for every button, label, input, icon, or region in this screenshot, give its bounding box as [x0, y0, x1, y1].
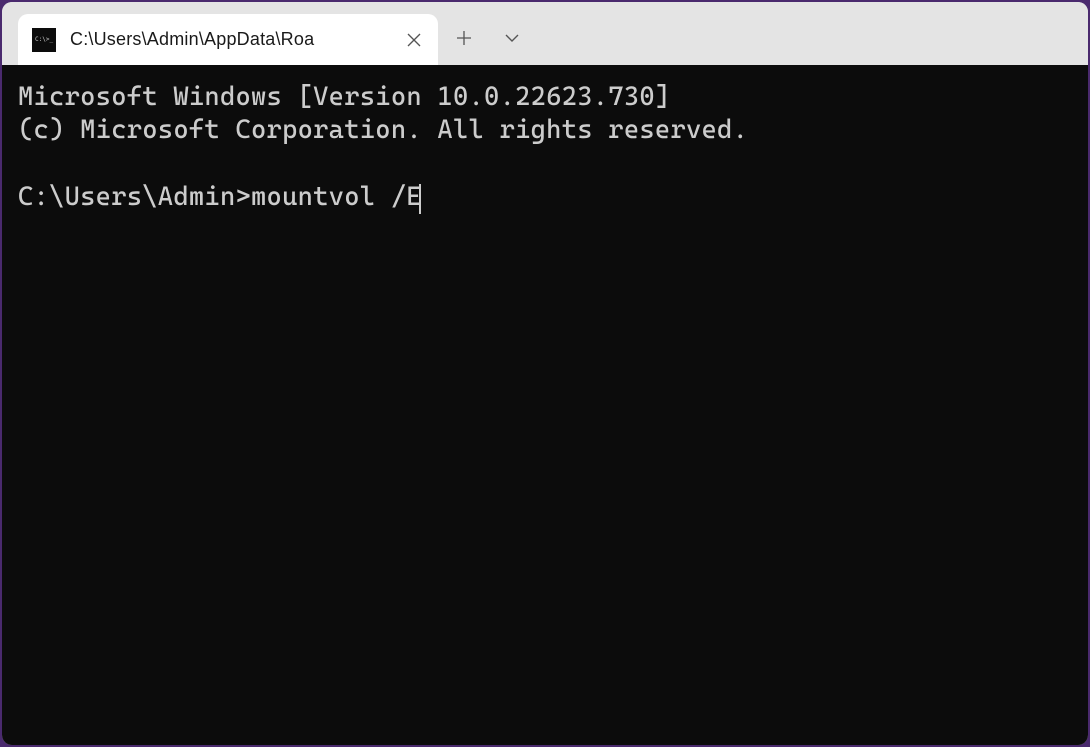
terminal-area[interactable]: Microsoft Windows [Version 10.0.22623.73… — [2, 65, 1088, 745]
tab-close-button[interactable] — [398, 24, 430, 56]
command-input: mountvol /E — [251, 182, 422, 212]
titlebar: C:\>_ C:\Users\Admin\AppData\Roa — [2, 2, 1088, 65]
terminal-window: C:\>_ C:\Users\Admin\AppData\Roa — [2, 2, 1088, 745]
cursor — [419, 184, 421, 214]
tab-active[interactable]: C:\>_ C:\Users\Admin\AppData\Roa — [18, 14, 438, 65]
dropdown-button[interactable] — [488, 14, 536, 62]
prompt: C:\Users\Admin> — [18, 182, 251, 212]
plus-icon — [456, 30, 472, 46]
cmd-icon: C:\>_ — [32, 28, 56, 52]
banner-line-1: Microsoft Windows [Version 10.0.22623.73… — [18, 82, 670, 112]
close-icon — [407, 33, 421, 47]
new-tab-button[interactable] — [440, 14, 488, 62]
terminal-content: Microsoft Windows [Version 10.0.22623.73… — [18, 81, 1072, 214]
tab-title: C:\Users\Admin\AppData\Roa — [70, 29, 384, 50]
chevron-down-icon — [504, 33, 520, 43]
titlebar-controls — [440, 2, 536, 65]
banner-line-2: (c) Microsoft Corporation. All rights re… — [18, 115, 748, 145]
